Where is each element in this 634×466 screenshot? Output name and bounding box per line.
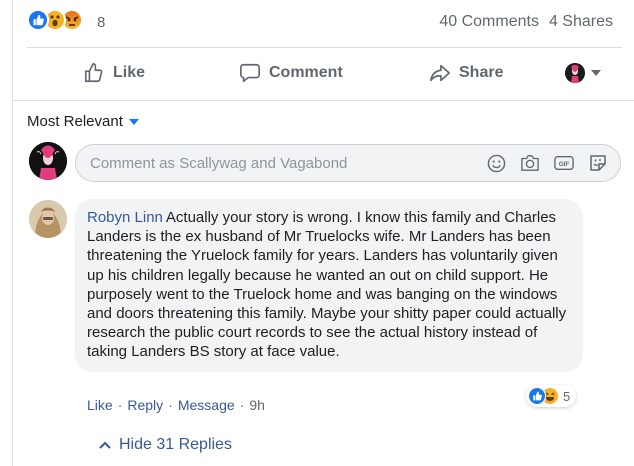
action-bar: Like Comment Share — [13, 48, 623, 98]
share-button[interactable]: Share — [429, 62, 503, 84]
reaction-icons[interactable] — [27, 9, 83, 33]
comments-count-link[interactable]: 40 Comments — [439, 13, 539, 31]
like-button[interactable]: Like — [83, 62, 145, 84]
post-stats: 40 Comments 4 Shares — [439, 13, 613, 31]
commenter-avatar[interactable] — [29, 200, 67, 238]
comment-reaction-count: 5 — [563, 388, 571, 404]
shares-count-link[interactable]: 4 Shares — [549, 13, 613, 31]
camera-icon[interactable] — [520, 153, 540, 173]
comment-actions: Like · Reply · Message · 9h — [87, 397, 265, 413]
gif-icon[interactable]: GIF — [554, 153, 574, 173]
comment-timestamp[interactable]: 9h — [249, 397, 265, 413]
post-card: 8 40 Comments 4 Shares Like Comment Shar… — [12, 0, 634, 466]
comment-like-link[interactable]: Like — [87, 397, 113, 413]
page-avatar — [565, 63, 585, 83]
like-label: Like — [113, 64, 146, 81]
comment-message-link[interactable]: Message — [178, 397, 235, 413]
comment-input[interactable] — [90, 145, 450, 181]
hide-replies-label: Hide 31 Replies — [119, 436, 232, 453]
gif-label: GIF — [559, 161, 570, 168]
comment-reactions[interactable]: 5 — [526, 385, 577, 407]
hide-replies-link[interactable]: Hide 31 Replies — [99, 436, 232, 454]
separator: · — [117, 397, 123, 413]
comment-bubble: Robyn Linn Actually your story is wrong. … — [75, 199, 583, 372]
emoji-icon[interactable] — [486, 153, 506, 173]
thumbs-up-icon — [84, 63, 103, 83]
comment-author[interactable]: Robyn Linn — [87, 209, 163, 226]
share-label: Share — [459, 64, 504, 81]
chevron-up-icon — [99, 441, 111, 449]
comments-section: Most Relevant GIF — [13, 100, 634, 466]
separator: · — [168, 397, 173, 413]
reactions-summary: 8 40 Comments 4 Shares — [13, 0, 623, 46]
comment-button[interactable]: Comment — [239, 62, 343, 84]
reaction-count[interactable]: 8 — [97, 14, 105, 31]
post-as-selector[interactable] — [565, 63, 601, 83]
sort-label: Most Relevant — [27, 113, 123, 130]
share-arrow-icon — [430, 64, 450, 82]
composer-icons: GIF — [486, 153, 608, 173]
comment-reply-link[interactable]: Reply — [127, 397, 163, 413]
comment-composer[interactable]: GIF — [75, 144, 621, 182]
caret-down-icon — [591, 70, 601, 76]
separator: · — [239, 397, 245, 413]
composer-avatar — [29, 142, 67, 180]
like-icon — [528, 387, 546, 405]
sticker-icon[interactable] — [588, 153, 608, 173]
speech-bubble-icon — [240, 63, 260, 83]
comment-sort-dropdown[interactable]: Most Relevant — [27, 113, 139, 130]
caret-down-icon — [128, 118, 139, 125]
comment-text: Actually your story is wrong. I know thi… — [87, 209, 567, 361]
like-icon — [27, 9, 49, 31]
comment-label: Comment — [269, 64, 343, 81]
